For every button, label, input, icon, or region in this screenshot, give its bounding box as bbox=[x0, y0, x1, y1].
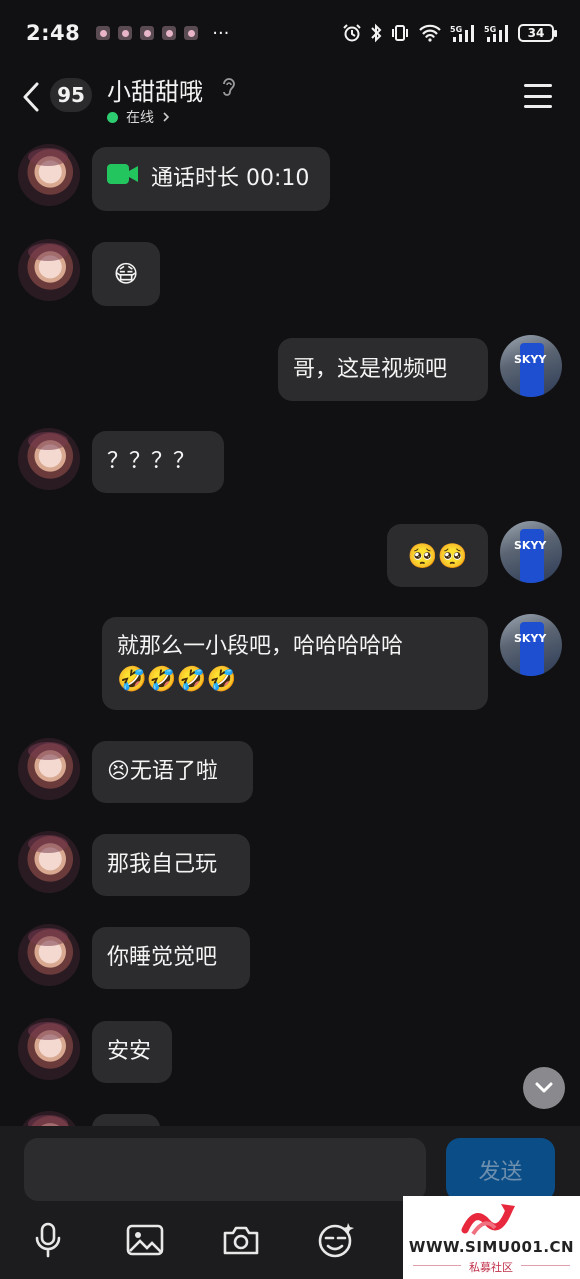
notification-icons bbox=[96, 26, 199, 40]
app-notification-icon bbox=[96, 26, 111, 40]
watermark-subtitle: 私募社区 bbox=[461, 1259, 521, 1275]
message-text: 😣无语了啦 bbox=[107, 759, 218, 784]
message-text: 那我自己玩 bbox=[107, 852, 218, 877]
message-bubble[interactable] bbox=[92, 1114, 160, 1126]
online-dot bbox=[107, 111, 118, 123]
status-time: 2:48 bbox=[26, 21, 81, 45]
signal-5g-icon-2: 5G bbox=[484, 23, 510, 43]
message-text: 你睡觉觉吧 bbox=[107, 945, 218, 970]
message-text: 安安 bbox=[107, 1039, 152, 1064]
message-bubble-call[interactable]: 通话时长 00:10 bbox=[92, 147, 330, 211]
alarm-icon bbox=[342, 23, 362, 43]
app-notification-icon bbox=[140, 26, 155, 40]
svg-text:5G: 5G bbox=[484, 25, 496, 34]
contact-avatar[interactable] bbox=[18, 428, 80, 490]
app-notification-icon bbox=[162, 26, 177, 40]
menu-icon-line bbox=[524, 84, 552, 87]
more-notifications-icon: ··· bbox=[212, 22, 230, 44]
wifi-icon bbox=[418, 24, 442, 42]
send-button[interactable]: 发送 bbox=[446, 1138, 555, 1201]
image-icon bbox=[126, 1224, 164, 1256]
message-bubble-outgoing[interactable]: 🥺🥺 bbox=[387, 524, 488, 587]
signal-5g-icon: 5G bbox=[450, 23, 476, 43]
menu-icon-line bbox=[524, 105, 552, 108]
message-text: 🥺🥺 bbox=[407, 541, 468, 570]
contact-avatar[interactable] bbox=[18, 924, 80, 986]
battery-icon: 34 bbox=[518, 24, 557, 42]
online-status-text: 在线 bbox=[126, 110, 154, 126]
contact-avatar[interactable] bbox=[18, 239, 80, 301]
my-avatar[interactable] bbox=[500, 614, 562, 676]
message-text: ？？？？ bbox=[107, 449, 196, 474]
my-avatar[interactable] bbox=[500, 335, 562, 397]
watermark-logo-icon bbox=[461, 1204, 515, 1236]
contact-avatar[interactable] bbox=[18, 831, 80, 893]
message-list[interactable]: 通话时长 00:10 😷 哥，这是视频吧 ？？？？ 🥺🥺 就那么一小段吧，哈哈哈… bbox=[0, 128, 580, 1126]
message-text: 通话时长 00:10 bbox=[151, 166, 310, 191]
status-bar: 2:48 ··· 5G 5G 34 bbox=[0, 0, 580, 66]
message-text-line2: 🤣🤣🤣🤣 bbox=[117, 665, 237, 693]
scroll-to-bottom-button[interactable] bbox=[523, 1067, 565, 1109]
message-bubble[interactable]: 😷 bbox=[92, 242, 160, 306]
contact-avatar[interactable] bbox=[18, 1111, 80, 1126]
message-bubble[interactable]: 😣无语了啦 bbox=[92, 741, 253, 803]
chevron-right-icon bbox=[163, 112, 170, 122]
message-bubble-outgoing[interactable]: 就那么一小段吧，哈哈哈哈哈 🤣🤣🤣🤣 bbox=[102, 617, 488, 710]
message-input[interactable] bbox=[24, 1138, 426, 1201]
online-status-row[interactable]: 在线 bbox=[107, 107, 170, 127]
message-bubble[interactable]: 安安 bbox=[92, 1021, 172, 1083]
unread-count-badge: 95 bbox=[50, 78, 92, 112]
site-watermark: WWW.SIMU001.CN 私募社区 bbox=[403, 1196, 580, 1279]
message-bubble-outgoing[interactable]: 哥，这是视频吧 bbox=[278, 338, 488, 401]
camera-button[interactable] bbox=[219, 1218, 263, 1262]
message-bubble[interactable]: 你睡觉觉吧 bbox=[92, 927, 250, 989]
my-avatar[interactable] bbox=[500, 521, 562, 583]
sticker-icon bbox=[318, 1223, 354, 1258]
video-call-icon bbox=[107, 163, 139, 195]
message-bubble[interactable]: 那我自己玩 bbox=[92, 834, 250, 896]
message-text: 哥，这是视频吧 bbox=[293, 356, 448, 382]
contact-avatar[interactable] bbox=[18, 144, 80, 206]
chevron-down-icon bbox=[535, 1082, 553, 1093]
message-bubble[interactable]: ？？？？ bbox=[92, 431, 224, 493]
back-button[interactable] bbox=[22, 80, 44, 114]
contact-name[interactable]: 小甜甜哦 bbox=[107, 72, 203, 107]
contact-avatar[interactable] bbox=[18, 738, 80, 800]
vibrate-icon bbox=[390, 23, 410, 43]
chevron-left-icon bbox=[23, 82, 39, 112]
voice-button[interactable] bbox=[26, 1218, 70, 1262]
menu-button[interactable] bbox=[524, 84, 552, 108]
svg-text:5G: 5G bbox=[450, 25, 462, 34]
app-notification-icon bbox=[118, 26, 133, 40]
menu-icon-line bbox=[524, 94, 552, 98]
chat-header: 95 小甜甜哦 在线 bbox=[0, 66, 580, 128]
ear-icon[interactable] bbox=[220, 76, 238, 102]
watermark-url: WWW.SIMU001.CN bbox=[408, 1238, 575, 1256]
contact-avatar[interactable] bbox=[18, 1018, 80, 1080]
app-notification-icon bbox=[184, 26, 199, 40]
camera-icon bbox=[223, 1226, 259, 1255]
message-text: 就那么一小段吧，哈哈哈哈哈 bbox=[117, 634, 404, 659]
sticker-button[interactable] bbox=[314, 1218, 358, 1262]
message-text: 😷 bbox=[113, 260, 139, 288]
bluetooth-icon bbox=[370, 23, 382, 43]
photo-button[interactable] bbox=[123, 1218, 167, 1262]
microphone-icon bbox=[35, 1222, 61, 1258]
